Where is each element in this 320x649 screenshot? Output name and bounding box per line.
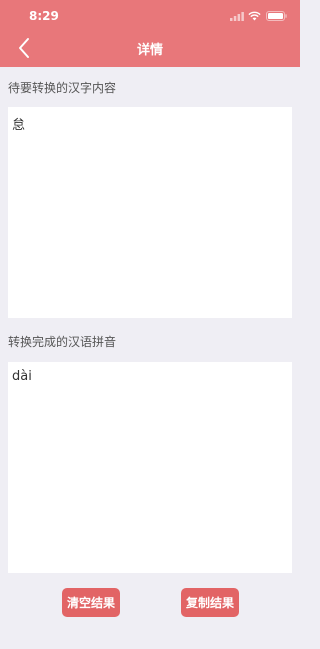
wifi-icon — [248, 11, 261, 21]
status-bar: 8:29 — [0, 0, 300, 30]
output-section-label: 转换完成的汉语拼音 — [8, 335, 117, 349]
status-time: 8:29 — [29, 9, 59, 23]
copy-result-button[interactable]: 复制结果 — [181, 588, 239, 617]
input-section-label: 待要转换的汉字内容 — [8, 81, 117, 95]
nav-bar: 详情 — [0, 30, 300, 67]
input-textarea[interactable]: 怠 — [8, 107, 292, 318]
output-textarea[interactable]: dài — [8, 362, 292, 573]
battery-icon — [266, 11, 287, 21]
clear-result-button[interactable]: 清空结果 — [62, 588, 120, 617]
app-header: 8:29 详情 — [0, 0, 300, 67]
signal-icon — [230, 12, 244, 21]
page-title: 详情 — [136, 43, 163, 58]
